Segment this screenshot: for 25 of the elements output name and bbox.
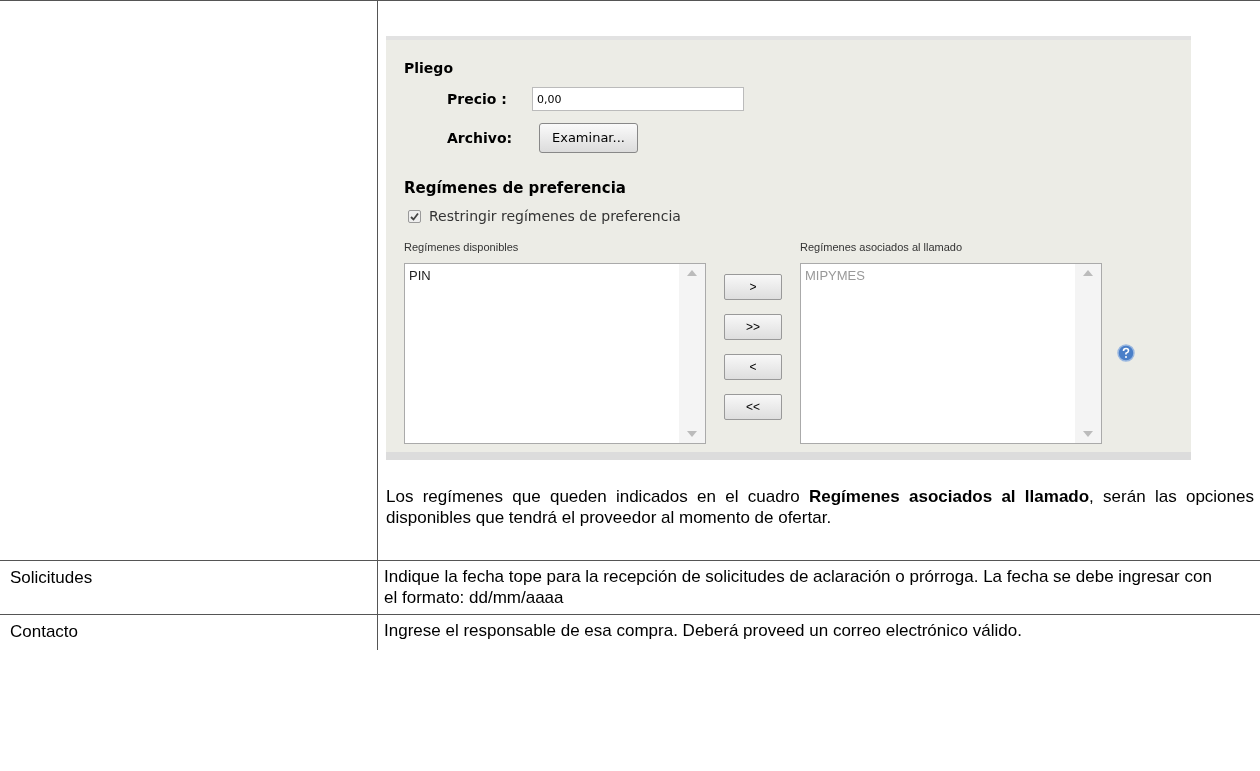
note-paragraph: Los regímenes que queden indicados en el cuadro Regímenes asociados al llamado, serán las opciones disponibles que tendrá el proveedor al momento de ofertar. (386, 486, 1254, 528)
row-label: Contacto (10, 622, 79, 641)
move-button[interactable]: >> (724, 313, 782, 340)
list-label: Regímenes asociados al llamado (800, 239, 964, 255)
move-button[interactable]: < (724, 353, 782, 380)
move-button[interactable]: << (724, 393, 782, 420)
scroll-up-icon[interactable] (687, 270, 697, 276)
list-item[interactable]: PIN (409, 266, 675, 286)
row-label: Solicitudes (10, 568, 93, 587)
field-label: Precio : (447, 89, 508, 109)
field-label: Archivo: (447, 128, 514, 148)
move-button[interactable]: > (724, 273, 782, 300)
price-field[interactable]: 0,00 (532, 87, 744, 111)
section-title: Regímenes de preferencia (404, 178, 627, 199)
checkbox-label: Restringir regímenes de preferencia (429, 206, 681, 226)
scrollbar[interactable] (679, 264, 705, 443)
checkbox[interactable] (408, 209, 421, 223)
scroll-down-icon[interactable] (687, 431, 697, 437)
section-title: Pliego (404, 59, 454, 78)
browse-button[interactable]: Examinar... (539, 123, 638, 153)
row-description: Indique la fecha tope para la recepción de solicitudes de aclaración o prórroga. La fecha se debe ingresar con el formato: dd/mm/aaaa (384, 566, 1213, 608)
list-label: Regímenes disponibles (404, 239, 520, 255)
help-icon[interactable] (1117, 343, 1135, 362)
row-description: Ingrese el responsable de esa compra. Deberá proveed un correo electrónico válido. (384, 620, 1023, 641)
list-box[interactable]: PIN (404, 263, 706, 444)
